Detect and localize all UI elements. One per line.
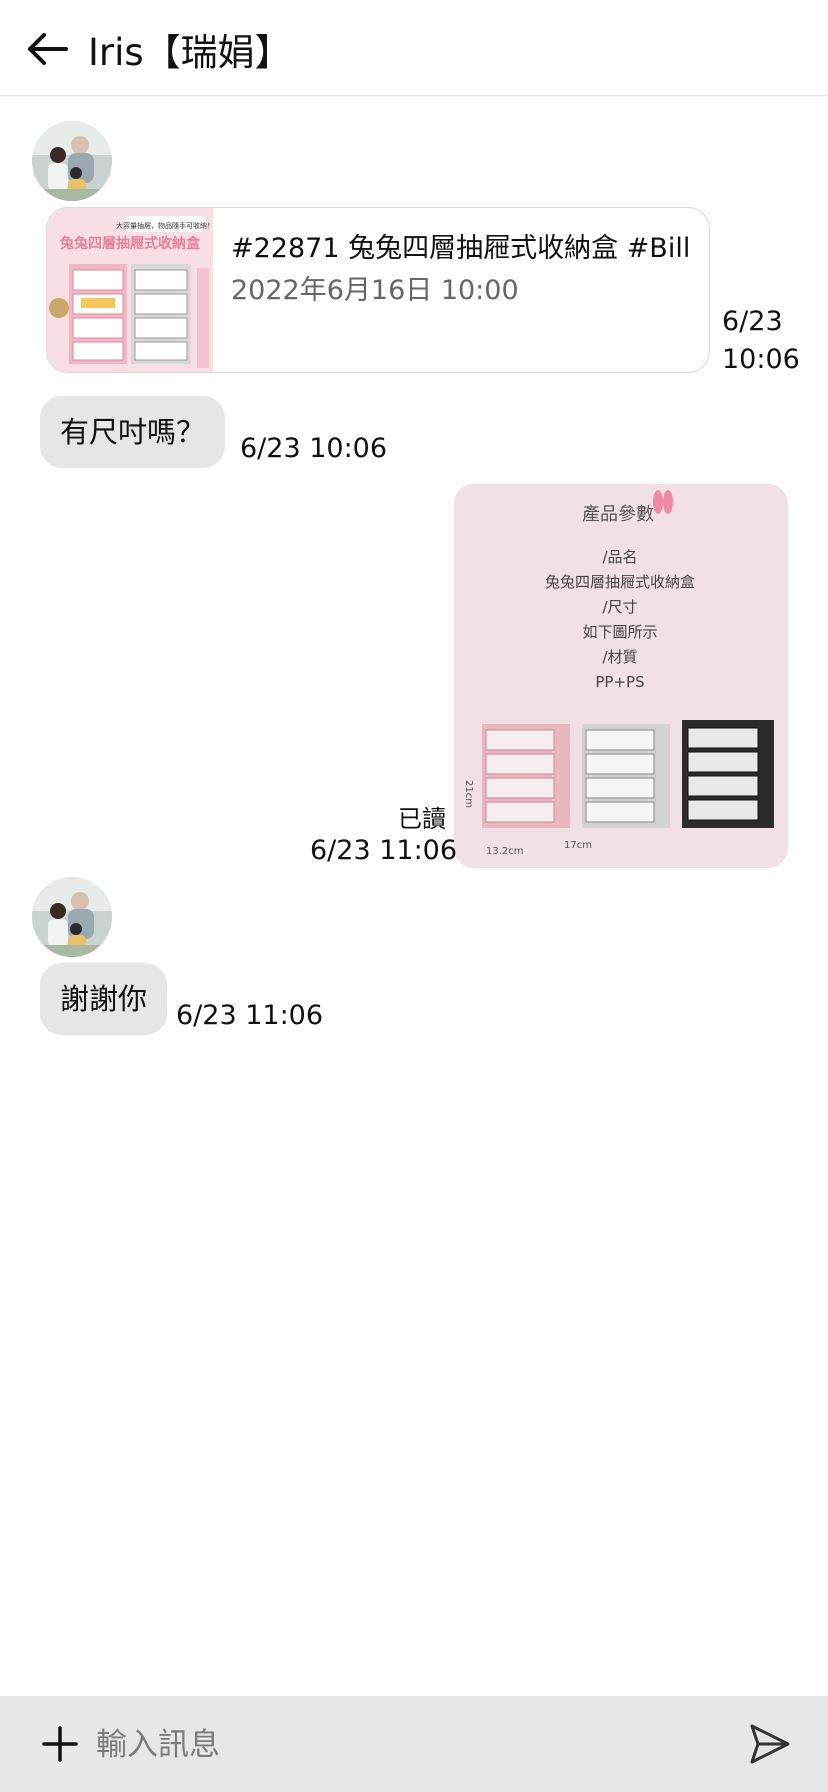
svg-text:21cm: 21cm	[463, 780, 474, 808]
chat-header: Iris【瑞娟】	[0, 0, 828, 96]
message-input[interactable]	[96, 1720, 716, 1770]
product-thumbnail: 大容量抽屜，物品隨手可收納！ 兔兔四層抽屜式收納盒	[47, 208, 214, 372]
message-bubble[interactable]: 有尺吋嗎？	[40, 396, 226, 468]
svg-text:PP+PS: PP+PS	[595, 673, 644, 691]
avatar[interactable]	[32, 877, 112, 957]
message-bubble[interactable]: 謝謝你	[40, 963, 168, 1035]
message-input-bar	[0, 1696, 828, 1792]
svg-text:17cm: 17cm	[564, 840, 592, 851]
send-icon	[750, 1724, 790, 1764]
svg-text:/品名: /品名	[602, 548, 637, 566]
svg-text:/材質: /材質	[602, 648, 637, 666]
svg-text:13.2cm: 13.2cm	[486, 846, 524, 857]
arrow-left-icon	[28, 33, 68, 65]
message-timestamp: 6/23 10:06	[722, 306, 800, 375]
back-button[interactable]	[24, 26, 70, 72]
product-card[interactable]: 大容量抽屜，物品隨手可收納！ 兔兔四層抽屜式收納盒 #22871 兔兔四層抽屜式…	[46, 207, 710, 373]
message-timestamp: 6/23 11:06	[310, 835, 458, 866]
add-attachment-button[interactable]	[34, 1718, 86, 1770]
chat-area[interactable]: 大容量抽屜，物品隨手可收納！ 兔兔四層抽屜式收納盒 #22871 兔兔四層抽屜式…	[0, 97, 828, 1695]
svg-text:如下圖所示: 如下圖所示	[582, 623, 657, 641]
product-title: #22871 兔兔四層抽屜式收納盒 #Bill	[231, 233, 691, 264]
send-button[interactable]	[744, 1718, 796, 1770]
message-timestamp: 6/23 10:06	[240, 433, 388, 464]
plus-icon	[42, 1726, 78, 1762]
product-date: 2022年6月16日 10:00	[231, 275, 519, 306]
svg-text:/尺寸: /尺寸	[602, 598, 637, 616]
svg-text:兔兔四層抽屜式收納盒: 兔兔四層抽屜式收納盒	[59, 235, 201, 252]
svg-text:大容量抽屜，物品隨手可收納！: 大容量抽屜，物品隨手可收納！	[116, 221, 213, 230]
image-message[interactable]: 產品參數 /品名 兔兔四層抽屜式收納盒 /尺寸 如下圖所示 /材質 PP+PS	[454, 484, 788, 868]
svg-text:兔兔四層抽屜式收納盒: 兔兔四層抽屜式收納盒	[545, 573, 695, 591]
avatar[interactable]	[32, 121, 112, 201]
message-timestamp: 6/23 11:06	[176, 1000, 324, 1031]
chat-title: Iris【瑞娟】	[88, 31, 292, 74]
read-receipt: 已讀	[398, 805, 446, 833]
spec-title: 產品參數	[582, 504, 654, 525]
